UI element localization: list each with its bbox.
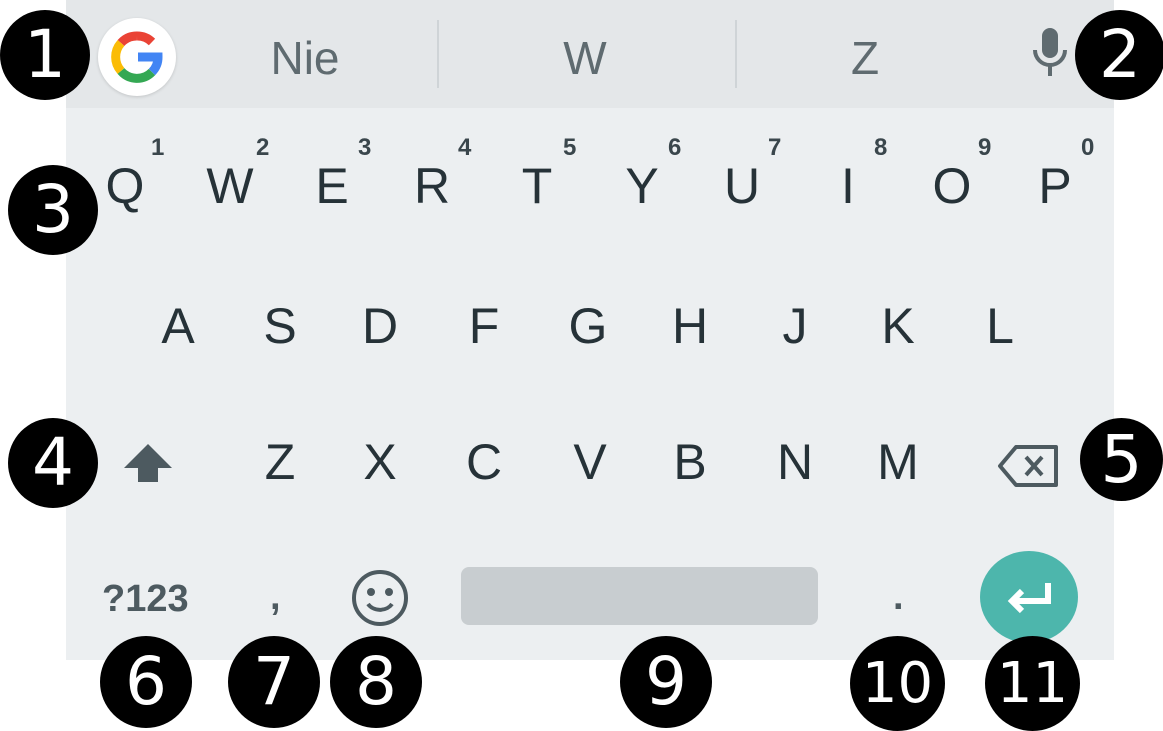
- key-q[interactable]: Q: [95, 156, 155, 216]
- suggestion-divider: [437, 20, 439, 88]
- enter-key[interactable]: [980, 551, 1078, 643]
- key-d[interactable]: D: [350, 296, 410, 356]
- key-i[interactable]: I: [818, 156, 878, 216]
- annotation-badge-9: 9: [620, 636, 712, 728]
- google-button[interactable]: [98, 18, 176, 96]
- comma-key[interactable]: ,: [270, 576, 281, 619]
- key-n[interactable]: N: [765, 432, 825, 492]
- key-k[interactable]: K: [868, 296, 928, 356]
- key-m[interactable]: M: [868, 432, 928, 492]
- key-t[interactable]: T: [507, 156, 567, 216]
- smiley-icon: [352, 570, 408, 626]
- key-z[interactable]: Z: [250, 432, 310, 492]
- emoji-key[interactable]: [350, 568, 410, 633]
- suggestion-1[interactable]: Nie: [230, 30, 380, 86]
- key-hint-number: 3: [358, 134, 372, 161]
- key-e[interactable]: E: [302, 156, 362, 216]
- voice-input-button[interactable]: [1030, 26, 1070, 87]
- key-hint-number: 9: [978, 134, 992, 161]
- key-o[interactable]: O: [922, 156, 982, 216]
- annotation-badge-10: 10: [850, 636, 945, 731]
- annotation-badge-8: 8: [330, 636, 422, 728]
- annotation-badge-7: 7: [228, 636, 320, 728]
- key-hint-number: 5: [563, 134, 577, 161]
- annotation-badge-4: 4: [8, 418, 98, 508]
- key-hint-number: 7: [768, 134, 782, 161]
- key-hint-number: 4: [458, 134, 472, 161]
- key-u[interactable]: U: [712, 156, 772, 216]
- key-f[interactable]: F: [454, 296, 514, 356]
- shift-key[interactable]: [120, 440, 176, 491]
- key-c[interactable]: C: [454, 432, 514, 492]
- key-s[interactable]: S: [250, 296, 310, 356]
- microphone-icon: [1033, 28, 1067, 76]
- annotation-badge-5: 5: [1080, 418, 1163, 501]
- key-j[interactable]: J: [765, 296, 825, 356]
- space-bar[interactable]: [461, 567, 818, 625]
- key-b[interactable]: B: [660, 432, 720, 492]
- key-y[interactable]: Y: [612, 156, 672, 216]
- backspace-key[interactable]: [996, 443, 1060, 494]
- enter-arrow-icon: [1007, 583, 1051, 614]
- key-w[interactable]: W: [200, 156, 260, 216]
- period-key[interactable]: .: [893, 576, 904, 619]
- key-g[interactable]: G: [558, 296, 618, 356]
- key-h[interactable]: H: [660, 296, 720, 356]
- annotation-badge-1: 1: [0, 10, 90, 100]
- key-v[interactable]: V: [560, 432, 620, 492]
- suggestion-divider: [735, 20, 737, 88]
- key-hint-number: 6: [668, 134, 682, 161]
- key-hint-number: 2: [256, 134, 270, 161]
- google-g-icon: [111, 31, 163, 83]
- key-p[interactable]: P: [1025, 156, 1085, 216]
- key-hint-number: 0: [1081, 134, 1095, 161]
- annotation-badge-3: 3: [8, 165, 98, 255]
- annotation-badge-6: 6: [100, 636, 192, 728]
- shift-arrow-icon: [124, 444, 172, 482]
- suggestion-2[interactable]: W: [510, 30, 660, 86]
- annotation-badge-11: 11: [985, 636, 1080, 731]
- backspace-icon: [998, 445, 1058, 487]
- symbols-key[interactable]: ?123: [102, 578, 189, 621]
- key-hint-number: 8: [874, 134, 888, 161]
- key-hint-number: 1: [151, 134, 165, 161]
- key-r[interactable]: R: [402, 156, 462, 216]
- key-l[interactable]: L: [970, 296, 1030, 356]
- key-a[interactable]: A: [148, 296, 208, 356]
- annotation-badge-2: 2: [1075, 10, 1163, 100]
- suggestion-3[interactable]: Z: [790, 30, 940, 86]
- key-x[interactable]: X: [350, 432, 410, 492]
